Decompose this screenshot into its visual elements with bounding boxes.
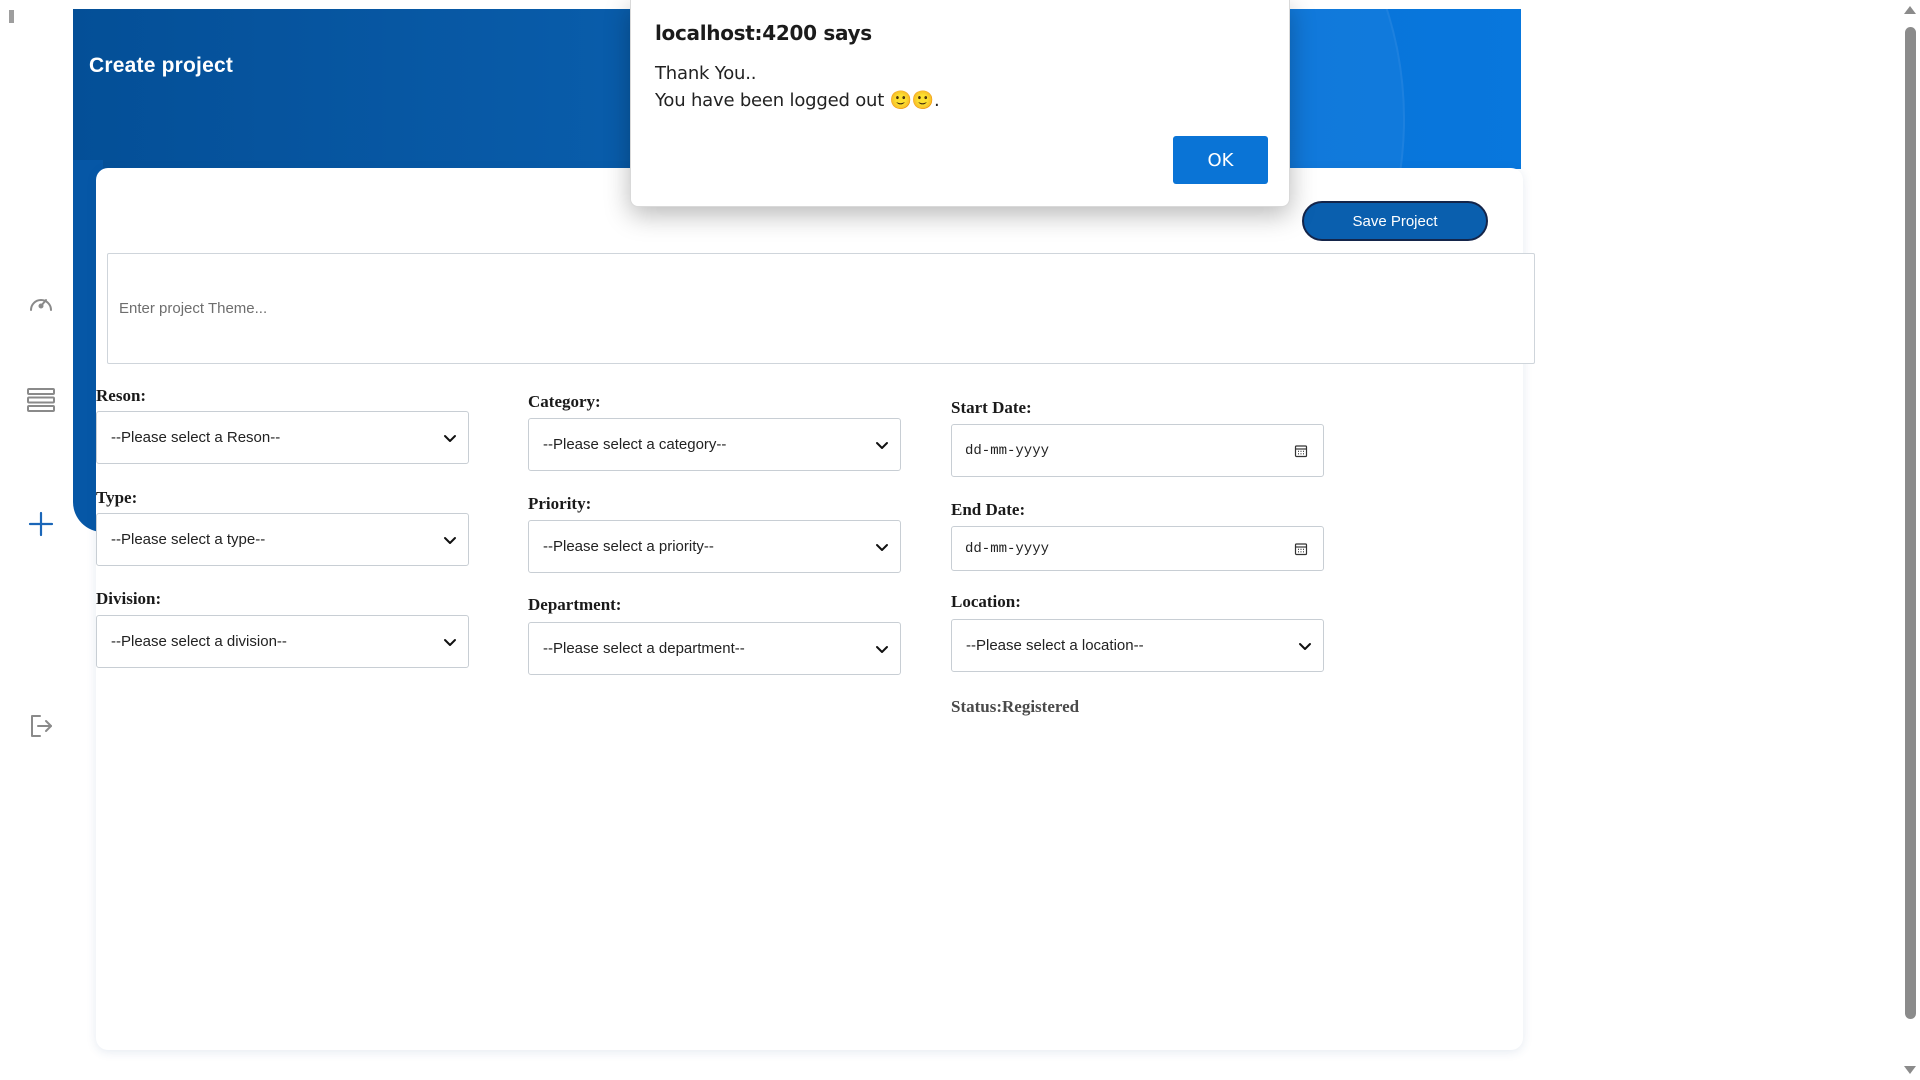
division-select-value: --Please select a division-- [111,633,287,650]
location-label: Location: [951,592,1021,611]
page-scrollbar[interactable] [1902,0,1920,1080]
reason-select[interactable]: --Please select a Reson-- [96,411,469,464]
priority-label: Priority: [528,494,592,513]
status-text: Status:Registered [951,697,1080,716]
end-date-label: End Date: [951,500,1026,519]
calendar-icon[interactable] [1293,443,1309,459]
department-label: Department: [528,595,622,614]
location-select[interactable]: --Please select a location-- [951,619,1324,672]
logout-icon[interactable] [25,710,57,742]
division-label: Division: [96,589,162,608]
start-date-input[interactable]: dd-mm-yyyy [951,424,1324,477]
scrollbar-thumb[interactable] [1905,27,1916,1019]
alert-dialog: localhost:4200 says Thank You.. You have… [630,0,1290,207]
category-label: Category: [528,392,601,411]
plus-icon[interactable] [25,508,57,540]
chevron-down-icon [876,543,888,551]
category-select[interactable]: --Please select a category-- [528,418,901,471]
location-select-value: --Please select a location-- [966,637,1144,654]
chevron-down-icon [876,441,888,449]
reason-select-value: --Please select a Reson-- [111,429,281,446]
chevron-down-icon [444,536,456,544]
window-marker [9,10,14,23]
category-select-value: --Please select a category-- [543,436,727,453]
department-select[interactable]: --Please select a department-- [528,622,901,675]
scroll-up-arrow-icon[interactable] [1904,6,1916,14]
reason-label: Reson: [96,386,147,405]
department-select-value: --Please select a department-- [543,640,745,657]
dialog-title: localhost:4200 says [655,21,872,45]
save-project-button[interactable]: Save Project [1302,201,1488,241]
page-title: Create project [89,54,234,77]
division-select[interactable]: --Please select a division-- [96,615,469,668]
calendar-icon[interactable] [1293,541,1309,557]
speedometer-icon[interactable] [25,288,57,320]
end-date-value: dd-mm-yyyy [965,540,1050,557]
end-date-input[interactable]: dd-mm-yyyy [951,526,1324,571]
type-select[interactable]: --Please select a type-- [96,513,469,566]
project-theme-input[interactable] [107,253,1535,364]
start-date-label: Start Date: [951,398,1032,417]
type-label: Type: [96,488,138,507]
scroll-down-arrow-icon[interactable] [1904,1066,1916,1074]
chevron-down-icon [876,645,888,653]
chevron-down-icon [444,638,456,646]
app-window: Create project Save Project Reson: [0,0,1920,1080]
dialog-message-line2: You have been logged out 🙂🙂. [655,90,940,111]
dialog-message-line1: Thank You.. [655,63,757,84]
start-date-value: dd-mm-yyyy [965,442,1050,459]
chevron-down-icon [1299,642,1311,650]
type-select-value: --Please select a type-- [111,531,266,548]
priority-select-value: --Please select a priority-- [543,538,714,555]
ok-button[interactable]: OK [1173,136,1268,184]
list-icon[interactable] [25,384,57,416]
chevron-down-icon [444,434,456,442]
priority-select[interactable]: --Please select a priority-- [528,520,901,573]
